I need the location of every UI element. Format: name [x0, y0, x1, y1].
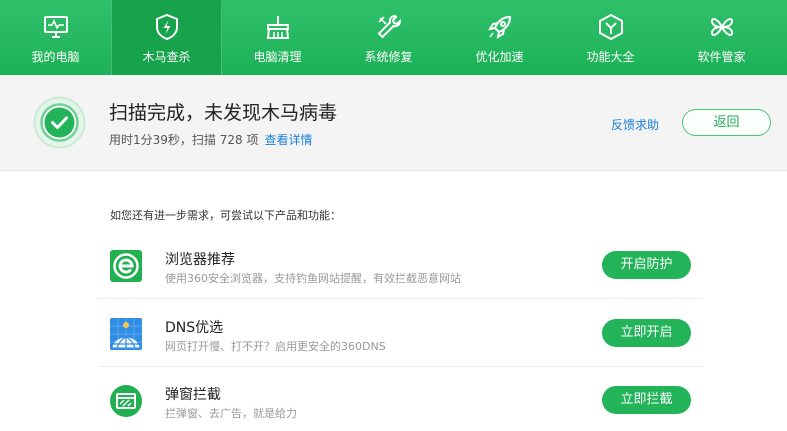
nav-label: 软件管家	[697, 50, 746, 64]
nav-label: 优化加速	[475, 50, 524, 64]
clover-icon	[708, 13, 736, 41]
nav-label: 电脑清理	[253, 50, 302, 64]
product-title: 弹窗拦截	[165, 387, 221, 403]
check-circle-icon	[32, 95, 87, 150]
product-title: 浏览器推荐	[165, 252, 235, 268]
browser-e-icon	[109, 249, 143, 283]
scan-result-banner: 扫描完成，未发现木马病毒 用时1分39秒，扫描 728 项查看详情 反馈求助 返…	[0, 75, 787, 171]
product-description: 拦弹窗、去广告，就是给力	[165, 407, 297, 420]
nav-label: 功能大全	[586, 50, 635, 64]
nav-item-system-repair[interactable]: 系统修复	[333, 0, 444, 75]
nav-label: 系统修复	[364, 50, 413, 64]
wrench-icon	[375, 13, 403, 41]
product-title: DNS优选	[165, 320, 224, 336]
nav-item-my-computer[interactable]: 我的电脑	[0, 0, 111, 75]
nav-item-software-manager[interactable]: 软件管家	[666, 0, 777, 75]
nav-label: 木马查杀	[142, 50, 191, 64]
product-description: 使用360安全浏览器，支持钓鱼网站提醒，有效拦截恶意网站	[165, 272, 461, 285]
enable-dns-button[interactable]: 立即开启	[602, 319, 691, 347]
list-item: DNS优选 网页打开慢、打不开？启用更安全的360DNS 立即开启	[98, 300, 703, 367]
scan-summary-text: 用时1分39秒，扫描 728 项	[109, 133, 259, 147]
top-nav: 我的电脑 木马查杀 电脑清理 系统修复 优化加速 功能大全 软件管家	[0, 0, 787, 75]
globe-grid-icon	[109, 317, 143, 351]
block-popups-button[interactable]: 立即拦截	[602, 386, 691, 414]
monitor-icon	[42, 13, 70, 41]
scan-summary: 用时1分39秒，扫描 728 项查看详情	[109, 131, 312, 148]
feedback-link[interactable]: 反馈求助	[611, 116, 659, 133]
nav-label: 我的电脑	[31, 50, 80, 64]
enable-protection-button[interactable]: 开启防护	[602, 251, 691, 279]
popup-block-icon	[109, 384, 143, 418]
nav-item-all-features[interactable]: 功能大全	[555, 0, 666, 75]
list-item: 浏览器推荐 使用360安全浏览器，支持钓鱼网站提醒，有效拦截恶意网站 开启防护	[98, 232, 703, 299]
scan-result-title: 扫描完成，未发现木马病毒	[109, 102, 338, 124]
product-description: 网页打开慢、打不开？启用更安全的360DNS	[165, 340, 386, 353]
hexagon-icon	[597, 13, 625, 41]
nav-item-speedup[interactable]: 优化加速	[444, 0, 555, 75]
rocket-icon	[486, 13, 514, 41]
list-item: 弹窗拦截 拦弹窗、去广告，就是给力 立即拦截	[98, 367, 703, 431]
view-details-link[interactable]: 查看详情	[264, 133, 312, 147]
broom-icon	[264, 13, 292, 41]
back-button[interactable]: 返回	[682, 109, 771, 136]
suggestion-hint: 如您还有进一步需求，可尝试以下产品和功能：	[110, 209, 341, 222]
nav-item-trojan-scan[interactable]: 木马查杀	[111, 0, 222, 75]
nav-item-cleanup[interactable]: 电脑清理	[222, 0, 333, 75]
shield-bolt-icon	[153, 13, 181, 41]
